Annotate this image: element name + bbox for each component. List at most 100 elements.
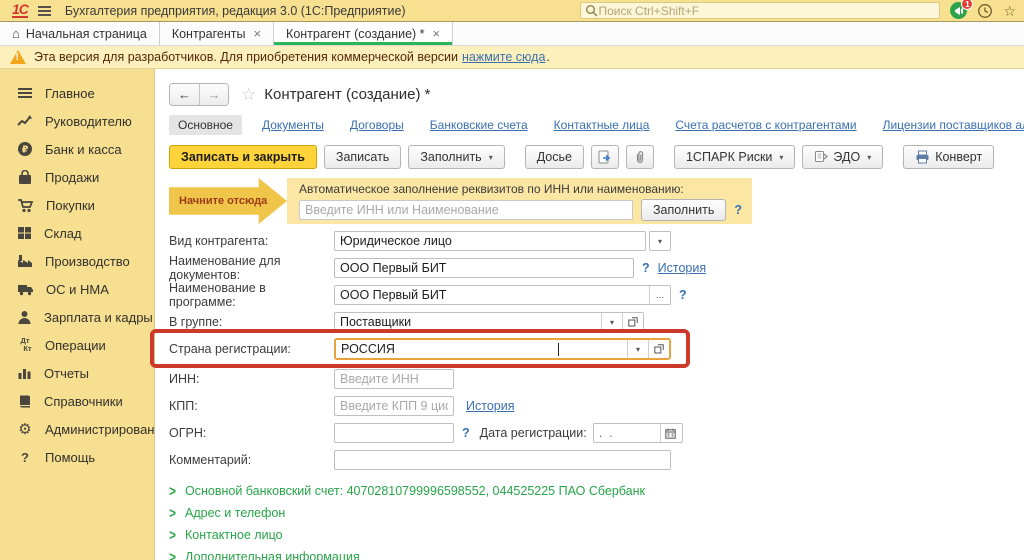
reg-date-input[interactable] [594,424,660,442]
field-row-name-docs: Наименование для документов: ? История [169,258,1024,278]
envelope-print-button[interactable]: Конверт [903,145,994,169]
tab-kontragenty[interactable]: Контрагенты × [160,22,274,45]
field-row-name-program: Наименование в программе: ... ? [169,285,1024,305]
fill-dropdown-button[interactable]: Заполнить▾ [408,145,504,169]
main-menu-icon[interactable] [38,6,51,16]
section-bank-account[interactable]: > Основной банковский счет: 407028107999… [169,480,1024,502]
history-icon[interactable] [977,3,993,19]
grid-icon [17,226,32,240]
menu-lines-icon [17,86,33,100]
tab-scheta-raschetov[interactable]: Счета расчетов с контрагентами [669,115,862,135]
inn-or-name-input[interactable] [299,200,633,220]
attachments-button[interactable] [626,145,654,169]
field-row-inn: ИНН: [169,369,1024,389]
help-icon[interactable]: ? [462,426,470,440]
chevron-down-icon: ▾ [779,153,783,162]
kpp-history-link[interactable]: История [466,399,514,413]
sidebar-item-operacii[interactable]: ДтКт Операции [0,331,154,359]
dossier-button[interactable]: Досье [525,145,584,169]
contractor-form: Вид контрагента: ▾ Наименование для доку… [169,231,1024,470]
page-title: Контрагент (создание) * [264,86,430,103]
open-item-icon[interactable] [648,340,669,358]
paperclip-icon [633,150,647,165]
help-icon[interactable]: ? [734,203,742,217]
edo-docs-icon [814,150,828,164]
window-tabbar: ⌂ Начальная страница Контрагенты × Контр… [0,22,1024,46]
autofill-fill-button[interactable]: Заполнить [641,199,726,221]
sidebar-item-prodazhi[interactable]: Продажи [0,163,154,191]
trend-chart-icon [17,114,33,128]
chevron-right-icon: > [169,482,176,500]
sidebar-item-otchety[interactable]: Отчеты [0,359,154,387]
dropdown-icon[interactable]: ▾ [627,340,648,358]
tab-label: Контрагент (создание) * [286,27,425,41]
dropdown-icon[interactable]: ▾ [649,231,671,251]
save-close-button[interactable]: Записать и закрыть [169,145,317,169]
sidebar-item-spravochniki[interactable]: Справочники [0,387,154,415]
text-cursor [558,343,559,356]
group-input[interactable] [335,313,601,331]
tab-osnovnoe[interactable]: Основное [169,115,242,135]
open-item-icon[interactable] [622,313,643,331]
country-input[interactable] [336,340,626,358]
tab-home[interactable]: ⌂ Начальная страница [0,22,160,45]
tab-dokumenty[interactable]: Документы [256,115,330,135]
gear-icon: ⚙ [17,420,33,438]
field-row-comment: Комментарий: [169,450,1024,470]
sidebar-item-proizvodstvo[interactable]: Производство [0,247,154,275]
group-label: В группе: [169,315,334,329]
tab-kontragent-create[interactable]: Контрагент (создание) * × [274,22,453,45]
sidebar-item-rukovoditelyu[interactable]: Руководителю [0,107,154,135]
sidebar-item-administrirovanie[interactable]: ⚙ Администрирование [0,415,154,443]
name-program-input[interactable] [335,286,649,304]
global-search[interactable] [580,2,940,19]
section-contact-person[interactable]: > Контактное лицо [169,524,1024,546]
close-icon[interactable]: × [253,26,261,41]
sidebar-item-glavnoe[interactable]: Главное [0,79,154,107]
kind-input[interactable] [334,231,646,251]
help-icon[interactable]: ? [642,261,650,275]
sidebar-item-pokupki[interactable]: Покупки [0,191,154,219]
close-icon[interactable]: × [433,26,441,41]
section-additional-info[interactable]: > Дополнительная информация [169,546,1024,560]
svg-text:₽: ₽ [22,145,29,156]
kpp-label: КПП: [169,399,334,413]
favorites-star-icon[interactable]: ☆ [1003,4,1016,18]
start-here-arrow: Начните отсюда [169,178,287,224]
sidebar-item-sklad[interactable]: Склад [0,219,154,247]
tab-dogovory[interactable]: Договоры [344,115,410,135]
kpp-input[interactable] [334,396,454,416]
spark-risks-button[interactable]: 1СПАРК Риски▾ [674,145,795,169]
factory-icon [17,254,33,268]
section-address-phone[interactable]: > Адрес и телефон [169,502,1024,524]
notifications-icon[interactable]: 1 [950,2,967,19]
favorite-star-icon[interactable]: ☆ [241,85,256,105]
dropdown-icon[interactable]: ▾ [601,313,622,331]
inn-input[interactable] [334,369,454,389]
sidebar-item-os-nma[interactable]: ОС и НМА [0,275,154,303]
ogrn-input[interactable] [334,423,454,443]
question-icon: ? [17,450,33,465]
sidebar-item-pomosch[interactable]: ? Помощь [0,443,154,471]
help-icon[interactable]: ? [679,288,687,302]
name-docs-input[interactable] [334,258,634,278]
name-program-label: Наименование в программе: [169,281,334,309]
history-nav: ← → [169,83,229,106]
sidebar-item-zarplata[interactable]: Зарплата и кадры [0,303,154,331]
ellipsis-button[interactable]: ... [649,286,670,304]
edo-button[interactable]: ЭДО▾ [802,145,883,169]
forward-button[interactable]: → [199,84,228,105]
buy-commercial-link[interactable]: нажмите сюда [462,50,545,64]
search-input[interactable] [598,4,935,18]
back-button[interactable]: ← [170,84,199,105]
name-docs-history-link[interactable]: История [658,261,706,275]
calendar-icon[interactable] [660,424,681,442]
load-document-button[interactable] [591,145,619,169]
name-docs-label: Наименование для документов: [169,254,334,282]
tab-kontaktnye-lica[interactable]: Контактные лица [548,115,656,135]
tab-bankovskie-scheta[interactable]: Банковские счета [424,115,534,135]
tab-licenzii[interactable]: Лицензии поставщиков алкогольной продукц… [877,115,1024,135]
comment-input[interactable] [334,450,671,470]
save-button[interactable]: Записать [324,145,401,169]
sidebar-item-bank-kassa[interactable]: ₽ Банк и касса [0,135,154,163]
